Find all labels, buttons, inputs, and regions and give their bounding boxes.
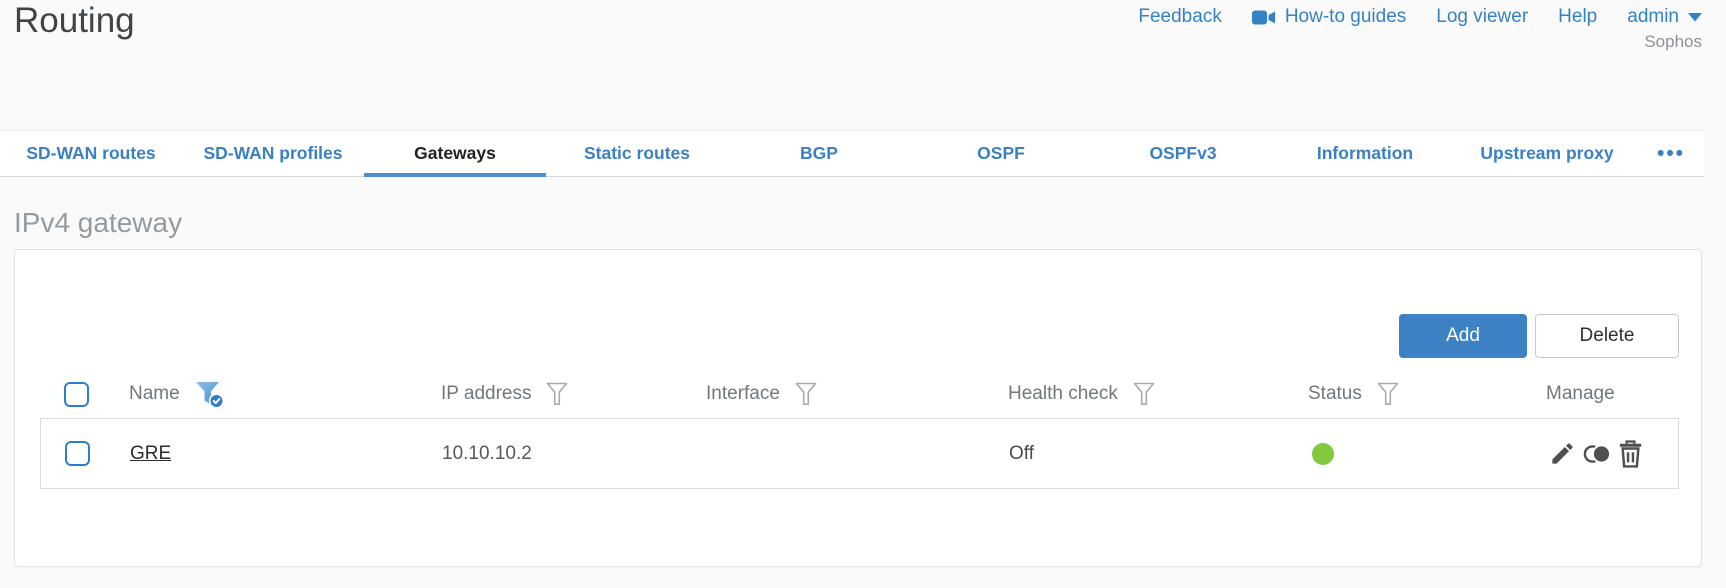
table-toolbar: Add Delete [15,250,1701,358]
help-label: Help [1558,6,1598,27]
tab-sd-wan-routes[interactable]: SD-WAN routes [0,131,182,176]
log-viewer-label: Log viewer [1436,6,1529,27]
tab-ospf[interactable]: OSPF [910,131,1092,176]
help-link[interactable]: Help [1558,6,1597,28]
status-up-indicator [1312,442,1334,465]
edit-pencil-icon[interactable] [1549,440,1576,467]
column-header-ip-address: IP address [441,383,532,404]
table-body: GRE 10.10.10.2 Off [40,418,1679,489]
log-viewer-link[interactable]: Log viewer [1436,6,1528,28]
top-nav: Feedback How-to guides Log viewer Help a… [1138,6,1702,28]
feedback-link-label: Feedback [1138,6,1222,27]
user-menu-label: admin [1627,6,1679,27]
status-filter-funnel-icon[interactable] [1376,381,1400,407]
column-header-status: Status [1308,383,1362,404]
gateway-table-card: Add Delete Name IP address Interface Hea… [14,249,1702,567]
tab-sd-wan-profiles[interactable]: SD-WAN profiles [182,131,364,176]
user-menu[interactable]: admin [1627,6,1702,28]
page-title: Routing [14,1,135,40]
row-manage-actions [1547,439,1678,468]
column-header-manage: Manage [1546,383,1615,404]
feedback-link[interactable]: Feedback [1138,6,1221,28]
gateway-name-link[interactable]: GRE [130,443,171,464]
tab-bgp[interactable]: BGP [728,131,910,176]
name-filter-funnel-check-icon[interactable] [194,380,225,409]
routing-tabbar: SD-WAN routes SD-WAN profiles Gateways S… [0,130,1704,177]
column-header-interface: Interface [706,383,780,404]
tab-upstream-proxy[interactable]: Upstream proxy [1456,131,1638,176]
brand-label: Sophos [1644,32,1702,51]
add-button[interactable]: Add [1399,314,1527,358]
section-title: IPv4 gateway [14,207,183,238]
health-filter-funnel-icon[interactable] [1132,381,1156,407]
caret-down-icon [1688,12,1702,22]
interface-filter-funnel-icon[interactable] [794,381,818,407]
tab-static-routes[interactable]: Static routes [546,131,728,176]
gateway-ip-value: 10.10.10.2 [442,442,532,464]
video-camera-icon [1251,10,1276,25]
howto-guides-link[interactable]: How-to guides [1251,6,1407,28]
tab-gateways[interactable]: Gateways [364,131,546,177]
table-row: GRE 10.10.10.2 Off [41,419,1678,488]
ip-filter-funnel-icon[interactable] [545,381,569,407]
tab-overflow-ellipsis-icon[interactable]: ••• [1638,131,1704,176]
table-header: Name IP address Interface Health check S… [40,370,1679,418]
column-header-name: Name [129,383,180,404]
tab-ospfv3[interactable]: OSPFv3 [1092,131,1274,176]
tab-information[interactable]: Information [1274,131,1456,176]
delete-button[interactable]: Delete [1535,314,1679,358]
clone-overlapping-circles-icon[interactable] [1582,441,1612,467]
column-header-health-check: Health check [1008,383,1118,404]
select-all-checkbox[interactable] [64,381,89,407]
row-checkbox[interactable] [65,441,90,466]
delete-trash-icon[interactable] [1618,439,1643,468]
page-header: Routing Feedback How-to guides Log viewe… [0,0,1726,130]
gateway-health-value: Off [1009,442,1034,464]
howto-guides-label: How-to guides [1284,6,1407,27]
